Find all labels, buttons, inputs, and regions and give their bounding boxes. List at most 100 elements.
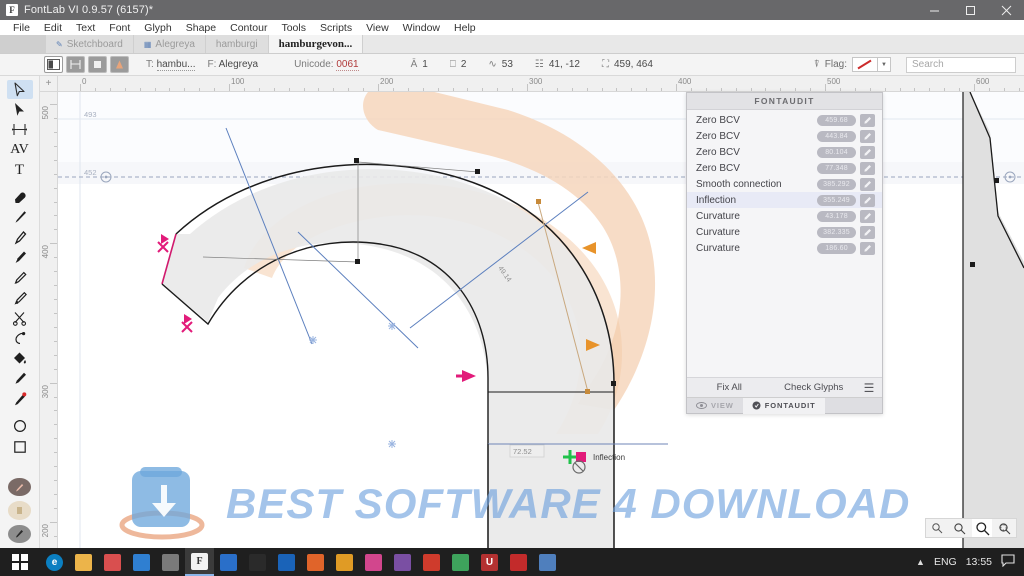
tab-hamburgi[interactable]: hamburgi	[205, 35, 269, 53]
text-field-display[interactable]: T: hambu...	[146, 59, 196, 71]
windows-start-icon[interactable]	[0, 548, 40, 576]
rapid-tool[interactable]	[7, 248, 33, 267]
tab-alegreya[interactable]: ▦ Alegreya	[133, 35, 206, 53]
fontaudit-row-selected[interactable]: Inflection 355.249	[687, 192, 882, 208]
check-glyphs-button[interactable]: Check Glyphs	[772, 382, 857, 393]
zoom-selection-icon[interactable]	[950, 519, 970, 537]
fontaudit-row[interactable]: Curvature 43.178	[687, 208, 882, 224]
zoom-fit-icon[interactable]	[927, 519, 947, 537]
flag-color-swatch[interactable]	[852, 57, 878, 72]
tray-clock[interactable]: 13:55	[966, 556, 992, 568]
edit-pencil-icon[interactable]	[860, 193, 875, 207]
edit-pencil-icon[interactable]	[860, 241, 875, 255]
vertical-ruler[interactable]: 500 400 300 200	[40, 92, 58, 548]
menu-contour[interactable]: Contour	[223, 20, 274, 36]
taskbar-app-amber[interactable]	[330, 548, 359, 576]
ruler-corner-button[interactable]: +	[40, 76, 58, 92]
kerning-tool[interactable]: AV	[7, 141, 33, 160]
taskbar-app-u[interactable]: U	[475, 548, 504, 576]
eyedropper-tool[interactable]	[7, 390, 33, 409]
maximize-button[interactable]	[952, 0, 988, 20]
menu-font[interactable]: Font	[102, 20, 137, 36]
fontaudit-issue-list[interactable]: Zero BCV 459.68 Zero BCV 443.84 Zero BCV…	[687, 110, 882, 377]
taskbar-app-file-explorer[interactable]	[69, 548, 98, 576]
hamburger-menu-icon[interactable]: ☰	[856, 381, 882, 395]
fontaudit-row[interactable]: Curvature 382.335	[687, 224, 882, 240]
tab-hamburgevon[interactable]: hamburgevon...	[268, 35, 364, 53]
mask-view-button[interactable]	[110, 56, 129, 73]
zoom-100-icon[interactable]	[972, 519, 993, 537]
fill-brush-tool[interactable]	[7, 289, 33, 308]
fontaudit-row[interactable]: Zero BCV 77.348	[687, 160, 882, 176]
menu-scripts[interactable]: Scripts	[313, 20, 359, 36]
close-button[interactable]	[988, 0, 1024, 20]
taskbar-app-blue[interactable]	[272, 548, 301, 576]
minimize-button[interactable]	[916, 0, 952, 20]
fontaudit-row[interactable]: Curvature 186.60	[687, 240, 882, 256]
fix-all-button[interactable]: Fix All	[687, 382, 772, 393]
zoom-area-icon[interactable]	[995, 519, 1015, 537]
tab-view[interactable]: VIEW	[687, 398, 743, 414]
tool-option-brush-round[interactable]	[8, 524, 31, 543]
knife-tool[interactable]	[7, 329, 33, 348]
pencil-tool[interactable]	[7, 269, 33, 288]
taskbar-app-sketch[interactable]	[214, 548, 243, 576]
select-arrow-tool[interactable]	[6, 80, 33, 100]
taskbar-app-red[interactable]	[504, 548, 533, 576]
edit-pencil-icon[interactable]	[860, 145, 875, 159]
chevron-down-icon[interactable]: ▼	[878, 57, 891, 72]
menu-help[interactable]: Help	[447, 20, 483, 36]
taskbar-app-dark[interactable]	[243, 548, 272, 576]
font-field-display[interactable]: F: Alegreya	[207, 59, 258, 70]
tab-sketchboard[interactable]: ✎ Sketchboard	[46, 35, 134, 53]
flag-picker[interactable]: ▼	[852, 57, 891, 72]
text-tool[interactable]: T	[7, 161, 33, 180]
edit-pencil-icon[interactable]	[860, 177, 875, 191]
menu-glyph[interactable]: Glyph	[137, 20, 178, 36]
menu-file[interactable]: File	[6, 20, 37, 36]
taskbar-app-edge[interactable]: e	[40, 548, 69, 576]
menu-window[interactable]: Window	[396, 20, 447, 36]
edit-pencil-icon[interactable]	[860, 161, 875, 175]
eraser-tool[interactable]	[7, 188, 33, 207]
metrics-view-button[interactable]	[66, 56, 85, 73]
horizontal-ruler[interactable]: 0 100 200 300 400 500 600	[58, 76, 1024, 92]
unicode-display[interactable]: Unicode: 0061	[294, 59, 359, 71]
scissors-tool[interactable]	[7, 309, 33, 328]
taskbar-app-orange[interactable]	[301, 548, 330, 576]
tab-fontaudit[interactable]: FONTAUDIT	[742, 397, 825, 414]
rectangle-tool[interactable]	[7, 437, 33, 456]
taskbar-app-save[interactable]	[98, 548, 127, 576]
tray-language[interactable]: ENG	[934, 556, 957, 568]
taskbar-app-pink[interactable]	[359, 548, 388, 576]
taskbar-app-onenote[interactable]	[388, 548, 417, 576]
taskbar-app-book[interactable]	[156, 548, 185, 576]
notification-icon[interactable]	[1001, 554, 1015, 570]
pen-tool[interactable]	[7, 228, 33, 247]
edit-pencil-icon[interactable]	[860, 225, 875, 239]
move-arrow-tool[interactable]	[7, 100, 33, 119]
taskbar-app-acrobat[interactable]	[417, 548, 446, 576]
fontaudit-row[interactable]: Zero BCV 80.104	[687, 144, 882, 160]
tool-option-eraser-round[interactable]	[8, 501, 31, 520]
edit-pencil-icon[interactable]	[860, 129, 875, 143]
brush-tool[interactable]	[7, 208, 33, 227]
sidebearing-view-button[interactable]	[88, 56, 107, 73]
ellipse-tool[interactable]	[7, 417, 33, 436]
menu-text[interactable]: Text	[69, 20, 102, 36]
metrics-tool[interactable]	[7, 120, 33, 139]
edit-pencil-icon[interactable]	[860, 113, 875, 127]
taskbar-app-fontlab[interactable]: F	[185, 548, 214, 576]
taskbar-app-map[interactable]	[446, 548, 475, 576]
taskbar-app-doc[interactable]	[533, 548, 562, 576]
tool-option-pen-round[interactable]	[8, 477, 31, 497]
fontaudit-row[interactable]: Zero BCV 459.68	[687, 112, 882, 128]
menu-shape[interactable]: Shape	[179, 20, 223, 36]
fontaudit-row[interactable]: Zero BCV 443.84	[687, 128, 882, 144]
search-input[interactable]	[906, 56, 1016, 73]
edit-pencil-icon[interactable]	[860, 209, 875, 223]
marker-tool[interactable]	[7, 369, 33, 388]
fontaudit-row[interactable]: Smooth connection 385.292	[687, 176, 882, 192]
show-hidden-icons-chevron[interactable]: ▲	[916, 557, 925, 567]
menu-edit[interactable]: Edit	[37, 20, 69, 36]
